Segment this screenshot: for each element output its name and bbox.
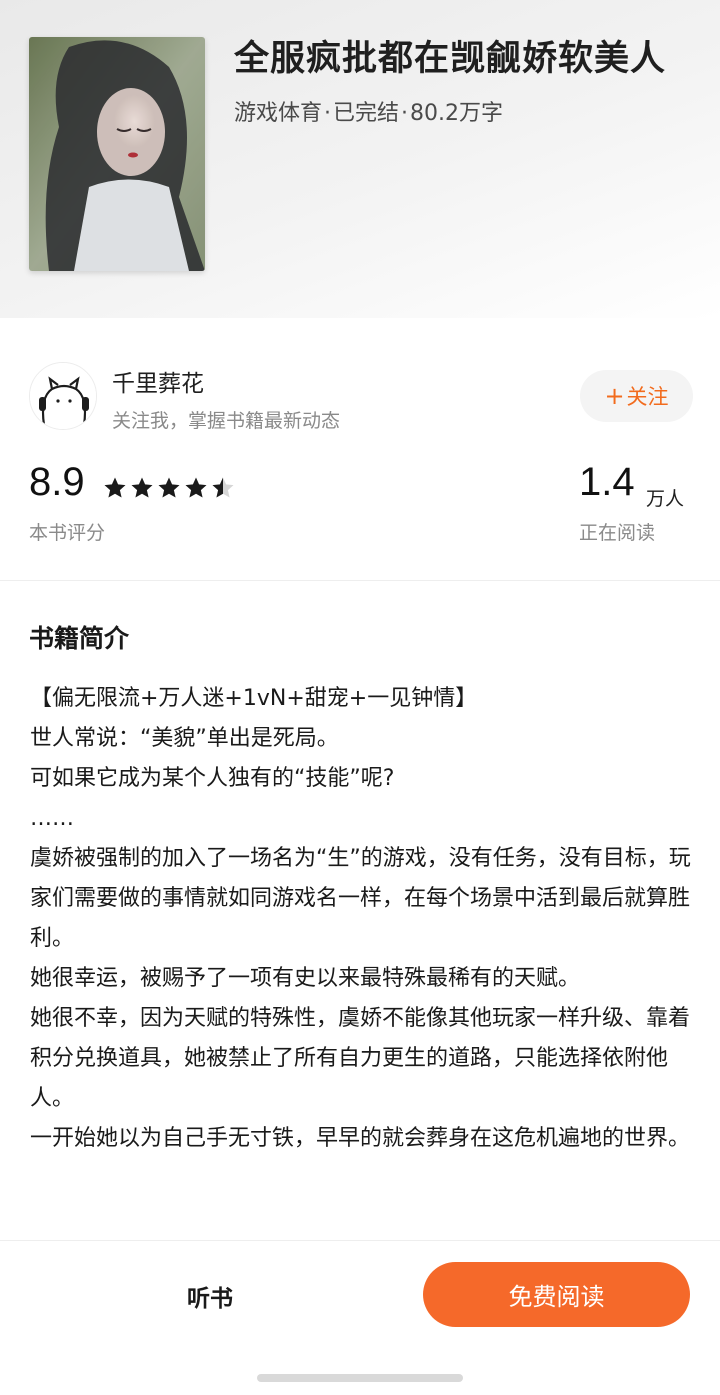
- readers-label: 正在阅读: [579, 522, 656, 544]
- synopsis-paragraph: 世人常说：“美貌”单出是死局。: [30, 726, 339, 751]
- rating-label: 本书评分: [29, 522, 106, 544]
- readers-unit: 万人: [646, 488, 685, 510]
- synopsis-paragraph: 虞娇被强制的加入了一场名为“生”的游戏，没有任务，没有目标，玩家们需要做的事情就…: [30, 846, 691, 951]
- follow-label: 关注: [626, 385, 669, 409]
- follow-button[interactable]: + 关注: [580, 370, 693, 422]
- author-avatar-image: [30, 363, 96, 429]
- plus-icon: +: [604, 382, 625, 410]
- section-divider: [0, 580, 720, 581]
- star-full-icon: [131, 477, 153, 498]
- book-meta: 游戏体育·已完结·80.2万字: [234, 95, 503, 127]
- star-full-icon: [158, 477, 180, 498]
- book-cover-image: [29, 37, 205, 271]
- meta-separator: ·: [324, 101, 332, 126]
- meta-separator: ·: [401, 101, 409, 126]
- synopsis-paragraph: ……: [30, 806, 74, 831]
- listen-button[interactable]: 听书: [150, 1264, 270, 1328]
- synopsis-paragraph: 她很不幸，因为天赋的特殊性，虞娇不能像其他玩家一样升级、靠着积分兑换道具，她被禁…: [30, 1006, 691, 1111]
- synopsis-title: 书籍简介: [29, 624, 130, 653]
- rating-score: 8.9: [29, 460, 85, 504]
- synopsis-body: 【偏无限流+万人迷+1vN+甜宠+一见钟情】 世人常说：“美貌”单出是死局。 可…: [30, 679, 694, 1159]
- book-cover[interactable]: [29, 37, 205, 271]
- book-category: 游戏体育: [234, 101, 323, 126]
- synopsis-paragraph: 【偏无限流+万人迷+1vN+甜宠+一见钟情】: [30, 686, 478, 711]
- book-word-count: 80.2万字: [410, 101, 504, 126]
- book-status: 已完结: [333, 101, 400, 126]
- home-indicator[interactable]: [257, 1374, 463, 1382]
- star-half-icon: [212, 477, 234, 498]
- author-name[interactable]: 千里葬花: [112, 364, 204, 398]
- readers-count: 1.4: [579, 460, 635, 504]
- rating-stars: [103, 476, 235, 500]
- star-full-icon: [104, 477, 126, 498]
- star-full-icon: [185, 477, 207, 498]
- author-subtitle: 关注我，掌握书籍最新动态: [112, 410, 341, 432]
- synopsis-paragraph: 一开始她以为自己手无寸铁，早早的就会葬身在这危机遍地的世界。: [30, 1126, 691, 1151]
- author-avatar[interactable]: [29, 362, 97, 430]
- book-title: 全服疯批都在觊觎娇软美人: [234, 39, 667, 79]
- free-read-button[interactable]: 免费阅读: [423, 1262, 690, 1327]
- bottom-bar-divider: [0, 1240, 720, 1241]
- synopsis-paragraph: 可如果它成为某个人独有的“技能”呢?: [30, 766, 395, 791]
- synopsis-paragraph: 她很幸运，被赐予了一项有史以来最特殊最稀有的天赋。: [30, 966, 581, 991]
